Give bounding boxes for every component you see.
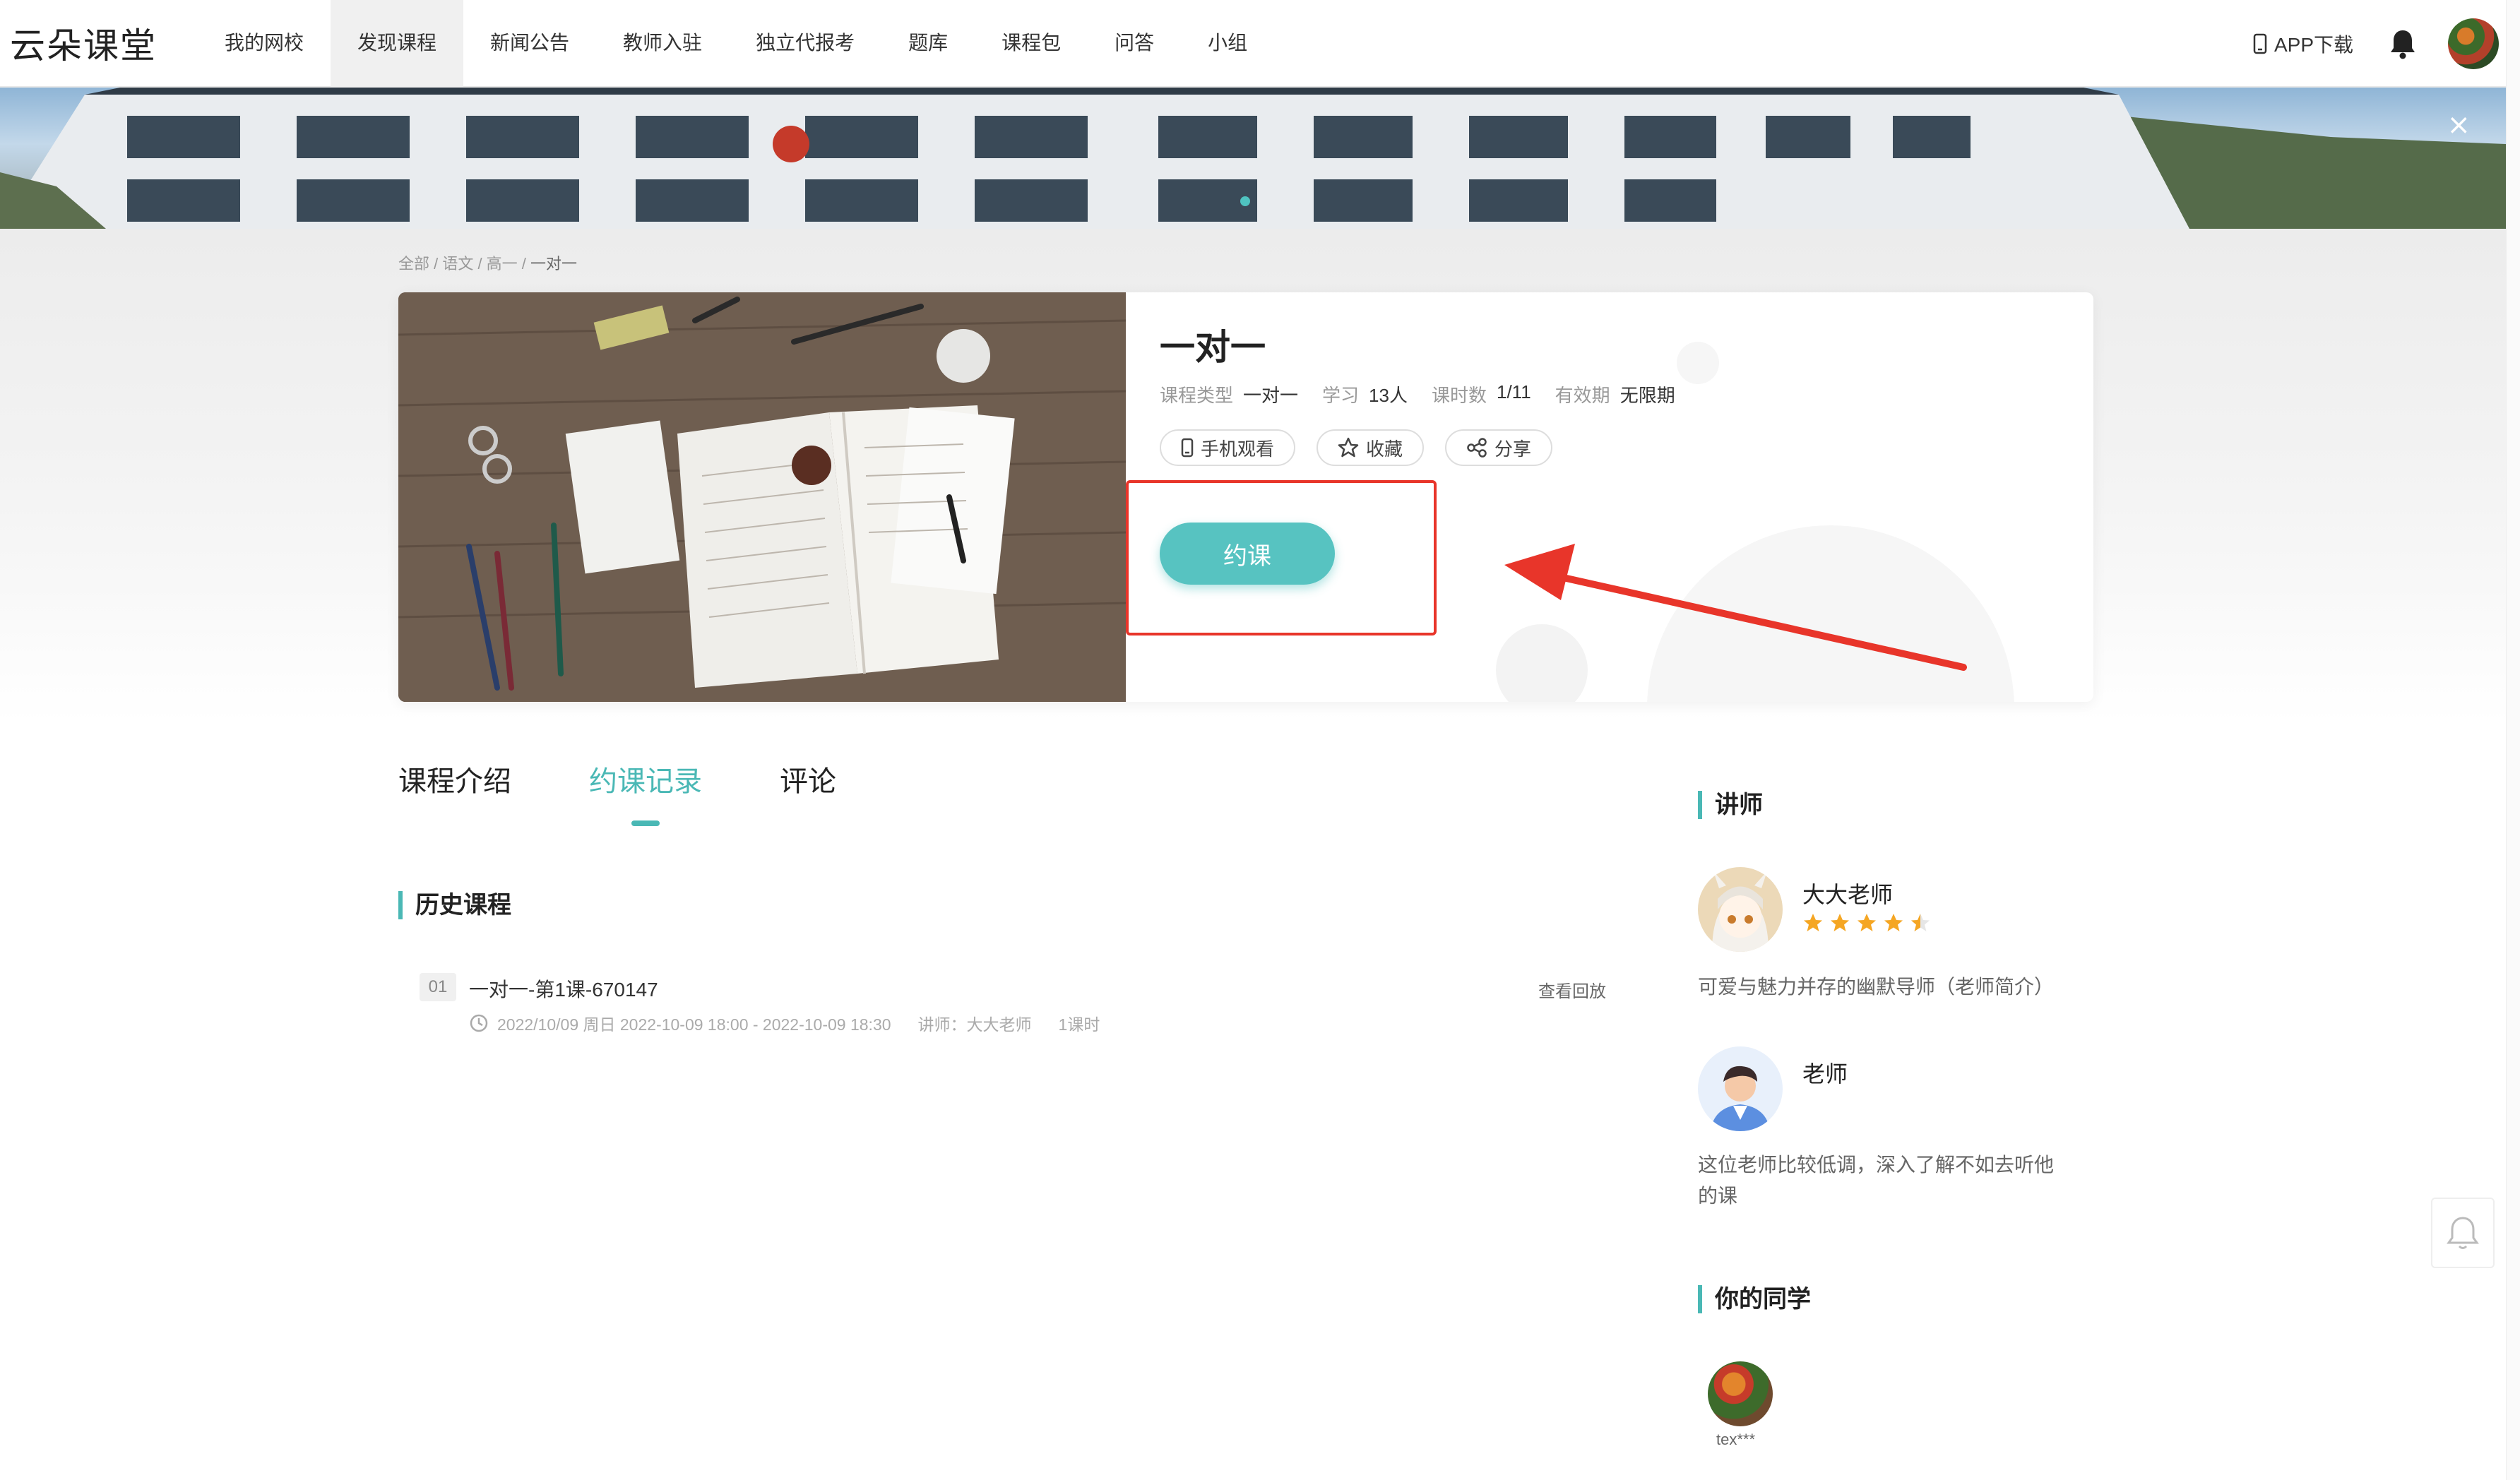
annotation-arrow xyxy=(1504,544,1967,671)
banner-carousel[interactable]: × xyxy=(0,88,2506,229)
nav-item-question-bank[interactable]: 题库 xyxy=(881,0,975,87)
lesson-hours: 1课时 xyxy=(1058,1015,1100,1034)
tab-comments[interactable]: 评论 xyxy=(780,758,836,799)
lesson-time: 2022/10/09 周日 2022-10-09 18:00 - 2022-10… xyxy=(497,1015,891,1034)
breadcrumb-current: 一对一 xyxy=(530,255,578,273)
share-label: 分享 xyxy=(1494,438,1532,460)
nav-item-teacher-join[interactable]: 教师入驻 xyxy=(596,0,729,87)
teacher-name[interactable]: 大大老师 xyxy=(1802,877,1893,909)
star-outline-icon xyxy=(1338,437,1359,458)
nav-item-course-package[interactable]: 课程包 xyxy=(975,0,1088,87)
classmate-name: tex*** xyxy=(1716,1431,1756,1448)
course-title: 一对一 xyxy=(1160,328,1266,367)
teacher-avatar[interactable] xyxy=(1698,867,1783,952)
course-meta: 课程类型 一对一 学习 13人 课时数 1/11 有效期 无限期 xyxy=(1160,381,1699,407)
decorative-circle xyxy=(1677,342,1719,384)
banner-school-image xyxy=(0,88,2506,229)
meta-value-validity: 无限期 xyxy=(1619,385,1675,406)
mobile-watch-button[interactable]: 手机观看 xyxy=(1160,429,1296,466)
phone-icon xyxy=(2253,33,2267,54)
lesson-title[interactable]: 一对一-第1课-670147 xyxy=(469,974,658,1003)
view-replay-link[interactable]: 查看回放 xyxy=(1538,977,1606,1002)
meta-value-lessons: 1/11 xyxy=(1496,381,1531,402)
star-icon xyxy=(1831,914,1849,931)
teacher-rating xyxy=(1802,912,1937,933)
teacher-description: 可爱与魅力并存的幽默导师（老师简介） xyxy=(1698,976,2055,998)
teacher-avatar[interactable] xyxy=(1698,1046,1783,1131)
favorite-button[interactable]: 收藏 xyxy=(1317,429,1425,466)
teacher-name[interactable]: 老师 xyxy=(1802,1056,1848,1089)
tab-course-intro[interactable]: 课程介绍 xyxy=(398,758,511,799)
page-scrollbar[interactable] xyxy=(2506,0,2520,1480)
meta-label-students: 学习 xyxy=(1322,385,1360,406)
star-icon xyxy=(1858,914,1876,931)
clock-icon xyxy=(470,1014,488,1032)
nav-item-news[interactable]: 新闻公告 xyxy=(463,0,596,87)
nav-item-groups[interactable]: 小组 xyxy=(1181,0,1274,87)
tab-booking-records[interactable]: 约课记录 xyxy=(589,758,702,799)
meta-value-type: 一对一 xyxy=(1243,385,1299,406)
favorite-label: 收藏 xyxy=(1366,438,1403,460)
breadcrumb-path[interactable]: 全部 / 语文 / 高一 / xyxy=(398,255,530,273)
chat-bell-icon[interactable] xyxy=(2431,1198,2495,1268)
course-cover-image xyxy=(398,292,1126,702)
nav-item-exam-registration[interactable]: 独立代报考 xyxy=(729,0,881,87)
nav-item-my-school[interactable]: 我的网校 xyxy=(198,0,331,87)
phone-icon xyxy=(1181,438,1194,458)
nav-item-discover-courses[interactable]: 发现课程 xyxy=(331,0,464,87)
teacher-description-line: 这位老师比较低调，深入了解不如去听他 xyxy=(1698,1154,2055,1176)
lesson-number: 01 xyxy=(420,973,456,1001)
lesson-info: 2022/10/09 周日 2022-10-09 18:00 - 2022-10… xyxy=(469,1011,1100,1035)
teacher-description: 这位老师比较低调，深入了解不如去听他 的课 xyxy=(1698,1150,2054,1212)
classmate-avatar[interactable] xyxy=(1708,1361,1773,1426)
mobile-watch-label: 手机观看 xyxy=(1201,438,1275,460)
star-icon xyxy=(1884,914,1903,931)
history-section-heading: 历史课程 xyxy=(398,891,511,919)
teachers-section-heading: 讲师 xyxy=(1698,791,1763,819)
lesson-teacher: 讲师：大大老师 xyxy=(917,1015,1032,1034)
classmates-section-heading: 你的同学 xyxy=(1698,1285,1811,1313)
top-navigation: 云朵课堂 我的网校 发现课程 新闻公告 教师入驻 独立代报考 题库 课程包 问答… xyxy=(0,0,2506,88)
teacher-description-line: 的课 xyxy=(1698,1185,1738,1207)
app-download-label: APP下载 xyxy=(2274,34,2353,56)
carousel-indicator[interactable] xyxy=(1240,196,1250,206)
star-icon xyxy=(1804,914,1822,931)
meta-label-validity: 有效期 xyxy=(1555,385,1610,406)
meta-label-lessons: 课时数 xyxy=(1431,385,1487,406)
annotation-highlight-box xyxy=(1126,480,1437,635)
course-actions: 手机观看 收藏 分享 xyxy=(1160,429,1574,466)
user-avatar[interactable] xyxy=(2448,18,2499,69)
breadcrumb: 全部 / 语文 / 高一 / 一对一 xyxy=(398,251,577,274)
main-nav: 我的网校 发现课程 新闻公告 教师入驻 独立代报考 题库 课程包 问答 小组 xyxy=(198,0,1274,87)
banner-close-icon[interactable]: × xyxy=(2447,109,2471,141)
nav-item-qa[interactable]: 问答 xyxy=(1088,0,1181,87)
meta-value-students: 13人 xyxy=(1369,385,1408,406)
share-icon xyxy=(1467,438,1487,458)
course-tabs: 课程介绍 约课记录 评论 xyxy=(398,758,914,799)
brand-logo[interactable]: 云朵课堂 xyxy=(10,18,186,68)
bell-icon[interactable] xyxy=(2389,28,2417,59)
share-button[interactable]: 分享 xyxy=(1445,429,1553,466)
star-half-icon xyxy=(1911,914,1930,931)
meta-label-type: 课程类型 xyxy=(1160,385,1234,406)
nav-right: APP下载 xyxy=(2253,0,2499,88)
app-download-link[interactable]: APP下载 xyxy=(2253,30,2353,58)
